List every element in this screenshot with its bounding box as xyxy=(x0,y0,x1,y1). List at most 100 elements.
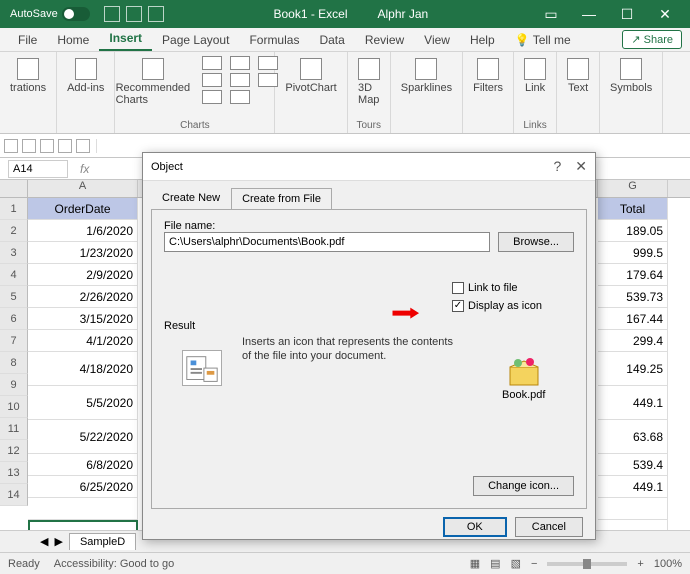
cell[interactable]: 6/8/2020 xyxy=(28,454,138,476)
cell[interactable]: 149.25 xyxy=(598,352,668,386)
cell[interactable]: OrderDate xyxy=(28,198,138,220)
tell-me[interactable]: 💡 Tell me xyxy=(505,29,581,51)
row-header[interactable]: 3 xyxy=(0,242,28,264)
link-checkbox[interactable] xyxy=(452,282,464,294)
chart-mini-icon[interactable] xyxy=(202,90,222,104)
row-header[interactable]: 7 xyxy=(0,330,28,352)
cell[interactable]: 167.44 xyxy=(598,308,668,330)
cell[interactable]: 449.1 xyxy=(598,386,668,420)
display-checkbox[interactable]: ✓ xyxy=(452,300,464,312)
tab-create-from-file[interactable]: Create from File xyxy=(231,188,332,210)
qat-icon[interactable] xyxy=(40,139,54,153)
ok-button[interactable]: OK xyxy=(443,517,507,537)
cell[interactable]: 63.68 xyxy=(598,420,668,454)
cell[interactable]: 179.64 xyxy=(598,264,668,286)
row-header[interactable]: 14 xyxy=(0,484,28,506)
zoom-in-icon[interactable]: + xyxy=(637,558,643,570)
name-box[interactable] xyxy=(8,160,68,178)
cell[interactable] xyxy=(598,520,668,530)
dialog-titlebar[interactable]: Object ? ✕ xyxy=(143,153,595,181)
cell[interactable]: 5/5/2020 xyxy=(28,386,138,420)
symbols-button[interactable]: Symbols xyxy=(606,56,656,96)
tab-home[interactable]: Home xyxy=(47,29,99,51)
tab-help[interactable]: Help xyxy=(460,29,505,51)
cell[interactable]: 2/9/2020 xyxy=(28,264,138,286)
cell[interactable]: 5/22/2020 xyxy=(28,420,138,454)
filename-input[interactable] xyxy=(164,232,490,252)
autosave-toggle[interactable]: AutoSave xyxy=(4,7,96,21)
maximize-icon[interactable]: ☐ xyxy=(612,6,642,23)
tab-pagelayout[interactable]: Page Layout xyxy=(152,29,239,51)
cancel-button[interactable]: Cancel xyxy=(515,517,583,537)
cell[interactable]: 999.5 xyxy=(598,242,668,264)
cell[interactable]: 299.4 xyxy=(598,330,668,352)
col-header-a[interactable]: A xyxy=(28,180,138,197)
chart-mini-icon[interactable] xyxy=(230,90,250,104)
cell[interactable]: 4/1/2020 xyxy=(28,330,138,352)
recommended-charts-button[interactable]: Recommended Charts xyxy=(112,56,195,108)
qat-icon[interactable] xyxy=(4,139,18,153)
row-header[interactable]: 6 xyxy=(0,308,28,330)
change-icon-button[interactable]: Change icon... xyxy=(473,476,574,496)
chart-mini-icon[interactable] xyxy=(202,73,222,87)
cell[interactable] xyxy=(28,498,138,520)
row-header[interactable]: 1 xyxy=(0,198,28,220)
pivotchart-button[interactable]: PivotChart xyxy=(281,56,340,96)
view-normal-icon[interactable]: ▦ xyxy=(470,557,480,570)
minimize-icon[interactable]: — xyxy=(574,6,604,23)
qat-icon[interactable] xyxy=(22,139,36,153)
cell[interactable] xyxy=(598,498,668,520)
filters-button[interactable]: Filters xyxy=(469,56,507,96)
cell[interactable]: 2/26/2020 xyxy=(28,286,138,308)
tab-file[interactable]: File xyxy=(8,29,47,51)
save-icon[interactable] xyxy=(104,6,120,22)
chart-mini-icon[interactable] xyxy=(202,56,222,70)
view-pagebreak-icon[interactable]: ▧ xyxy=(511,557,521,570)
row-header[interactable]: 13 xyxy=(0,462,28,484)
close-icon[interactable]: ✕ xyxy=(650,6,680,23)
cell[interactable]: 189.05 xyxy=(598,220,668,242)
cell[interactable]: 1/23/2020 xyxy=(28,242,138,264)
zoom-out-icon[interactable]: − xyxy=(531,558,537,570)
ribbon-options-icon[interactable]: ▭ xyxy=(536,6,566,23)
cell[interactable]: 6/25/2020 xyxy=(28,476,138,498)
undo-icon[interactable] xyxy=(126,6,142,22)
chart-mini-icon[interactable] xyxy=(230,56,250,70)
row-header[interactable]: 2 xyxy=(0,220,28,242)
tab-insert[interactable]: Insert xyxy=(99,27,152,51)
link-button[interactable]: Link xyxy=(520,56,550,96)
browse-button[interactable]: Browse... xyxy=(498,232,574,252)
active-cell[interactable] xyxy=(28,520,138,530)
tab-create-new[interactable]: Create New xyxy=(151,187,231,209)
sheet-nav-next-icon[interactable]: ▶ xyxy=(54,535,62,548)
row-header[interactable]: 10 xyxy=(0,396,28,418)
row-header[interactable]: 11 xyxy=(0,418,28,440)
display-as-icon-row[interactable]: ✓ Display as icon xyxy=(452,300,542,312)
cell[interactable]: 449.1 xyxy=(598,476,668,498)
row-header[interactable]: 4 xyxy=(0,264,28,286)
addins-button[interactable]: Add-ins xyxy=(63,56,108,96)
toggle-switch[interactable] xyxy=(62,7,90,21)
row-header[interactable]: 8 xyxy=(0,352,28,374)
cell[interactable]: 539.4 xyxy=(598,454,668,476)
cell[interactable]: 4/18/2020 xyxy=(28,352,138,386)
sheet-tab[interactable]: SampleD xyxy=(69,533,136,550)
cell[interactable]: 3/15/2020 xyxy=(28,308,138,330)
illustrations-button[interactable]: trations xyxy=(6,56,50,96)
fx-icon[interactable]: fx xyxy=(74,162,95,176)
col-header-g[interactable]: G xyxy=(598,180,668,197)
row-header[interactable]: 12 xyxy=(0,440,28,462)
select-all-corner[interactable] xyxy=(0,180,28,197)
sheet-nav-prev-icon[interactable]: ◀ xyxy=(40,535,48,548)
zoom-slider[interactable] xyxy=(547,562,627,566)
row-header[interactable]: 9 xyxy=(0,374,28,396)
tab-view[interactable]: View xyxy=(414,29,460,51)
3dmap-button[interactable]: 3D Map xyxy=(354,56,384,108)
chart-mini-icon[interactable] xyxy=(230,73,250,87)
redo-icon[interactable] xyxy=(148,6,164,22)
cell[interactable]: 539.73 xyxy=(598,286,668,308)
view-pagelayout-icon[interactable]: ▤ xyxy=(490,557,500,570)
tab-data[interactable]: Data xyxy=(309,29,354,51)
text-button[interactable]: Text xyxy=(563,56,593,96)
share-button[interactable]: ↗ Share xyxy=(622,30,682,49)
